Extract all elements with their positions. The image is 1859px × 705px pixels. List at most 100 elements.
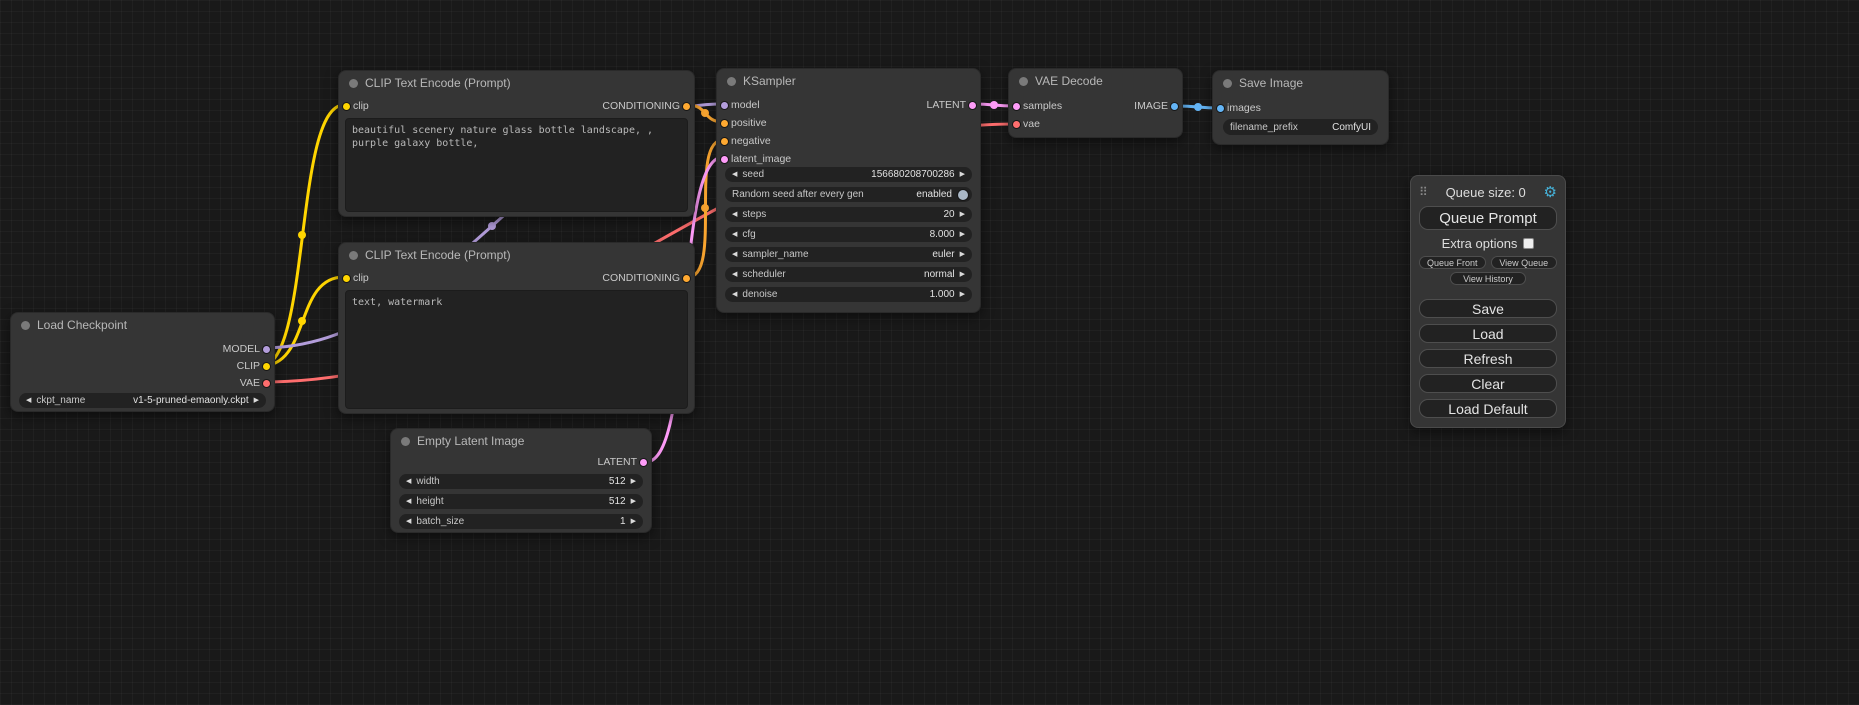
- view-history-button[interactable]: View History: [1450, 272, 1526, 285]
- node-clip-text-encode-negative[interactable]: CLIP Text Encode (Prompt) clip CONDITION…: [338, 242, 695, 414]
- port-row: LATENT: [391, 455, 651, 469]
- output-port-model[interactable]: [262, 345, 271, 354]
- node-header[interactable]: VAE Decode: [1009, 69, 1182, 93]
- increment-arrow-icon[interactable]: ▶: [960, 267, 965, 282]
- widget-value: 8.000: [930, 229, 955, 240]
- widget-control-after-generate[interactable]: Random seed after every gen enabled: [725, 187, 972, 202]
- widget-value: 1: [620, 516, 626, 527]
- refresh-button[interactable]: Refresh: [1419, 349, 1557, 368]
- input-port-clip[interactable]: [342, 102, 351, 111]
- widget-value: 512: [609, 496, 626, 507]
- increment-arrow-icon[interactable]: ▶: [631, 474, 636, 489]
- input-port-samples[interactable]: [1012, 102, 1021, 111]
- increment-arrow-icon[interactable]: ▶: [960, 227, 965, 242]
- decrement-arrow-icon[interactable]: ◀: [406, 514, 411, 529]
- input-port-clip[interactable]: [342, 274, 351, 283]
- increment-arrow-icon[interactable]: ▶: [960, 207, 965, 222]
- node-header[interactable]: Load Checkpoint: [11, 313, 274, 337]
- output-port-conditioning[interactable]: [682, 274, 691, 283]
- input-port-negative[interactable]: [720, 137, 729, 146]
- collapse-toggle-icon[interactable]: [1223, 79, 1232, 88]
- node-clip-text-encode-positive[interactable]: CLIP Text Encode (Prompt) clip CONDITION…: [338, 70, 695, 217]
- increment-arrow-icon[interactable]: ▶: [254, 393, 259, 408]
- widget-label: steps: [742, 209, 766, 220]
- output-port-conditioning[interactable]: [682, 102, 691, 111]
- save-button[interactable]: Save: [1419, 299, 1557, 318]
- node-header[interactable]: Empty Latent Image: [391, 429, 651, 453]
- output-label-model: MODEL: [223, 342, 260, 356]
- node-ksampler[interactable]: KSampler model LATENT positive negative …: [716, 68, 981, 313]
- output-port-image[interactable]: [1170, 102, 1179, 111]
- increment-arrow-icon[interactable]: ▶: [631, 494, 636, 509]
- output-port-clip[interactable]: [262, 362, 271, 371]
- extra-options-checkbox[interactable]: [1523, 238, 1534, 249]
- load-button[interactable]: Load: [1419, 324, 1557, 343]
- input-port-model[interactable]: [720, 101, 729, 110]
- widget-label: denoise: [742, 289, 777, 300]
- widget-seed[interactable]: ◀ seed 156680208700286 ▶: [725, 167, 972, 182]
- widget-ckpt-name[interactable]: ◀ ckpt_name v1-5-pruned-emaonly.ckpt ▶: [19, 393, 266, 408]
- increment-arrow-icon[interactable]: ▶: [631, 514, 636, 529]
- queue-prompt-button[interactable]: Queue Prompt: [1419, 206, 1557, 230]
- decrement-arrow-icon[interactable]: ◀: [732, 167, 737, 182]
- decrement-arrow-icon[interactable]: ◀: [406, 474, 411, 489]
- collapse-toggle-icon[interactable]: [1019, 77, 1028, 86]
- view-queue-button[interactable]: View Queue: [1491, 256, 1558, 269]
- graph-canvas[interactable]: Load Checkpoint MODEL CLIP VAE ◀ ckpt_na…: [0, 0, 1859, 705]
- increment-arrow-icon[interactable]: ▶: [960, 287, 965, 302]
- settings-gear-icon[interactable]: ⚙: [1544, 183, 1557, 201]
- node-load-checkpoint[interactable]: Load Checkpoint MODEL CLIP VAE ◀ ckpt_na…: [10, 312, 275, 412]
- collapse-toggle-icon[interactable]: [21, 321, 30, 330]
- widget-value: 20: [943, 209, 954, 220]
- widget-denoise[interactable]: ◀ denoise 1.000 ▶: [725, 287, 972, 302]
- decrement-arrow-icon[interactable]: ◀: [732, 267, 737, 282]
- toggle-knob-icon[interactable]: [957, 189, 969, 201]
- collapse-toggle-icon[interactable]: [401, 437, 410, 446]
- increment-arrow-icon[interactable]: ▶: [960, 167, 965, 182]
- input-port-vae[interactable]: [1012, 120, 1021, 129]
- widget-value: 512: [609, 476, 626, 487]
- decrement-arrow-icon[interactable]: ◀: [732, 247, 737, 262]
- node-save-image[interactable]: Save Image images filename_prefix ComfyU…: [1212, 70, 1389, 145]
- widget-value: normal: [924, 269, 955, 280]
- widget-batch-size[interactable]: ◀ batch_size 1 ▶: [399, 514, 643, 529]
- widget-cfg[interactable]: ◀ cfg 8.000 ▶: [725, 227, 972, 242]
- node-header[interactable]: Save Image: [1213, 71, 1388, 95]
- widget-filename-prefix[interactable]: filename_prefix ComfyUI: [1223, 119, 1378, 135]
- output-port-vae[interactable]: [262, 379, 271, 388]
- widget-height[interactable]: ◀ height 512 ▶: [399, 494, 643, 509]
- node-header[interactable]: CLIP Text Encode (Prompt): [339, 71, 694, 95]
- collapse-toggle-icon[interactable]: [349, 251, 358, 260]
- clear-button[interactable]: Clear: [1419, 374, 1557, 393]
- output-port-latent[interactable]: [639, 458, 648, 467]
- widget-value: euler: [932, 249, 954, 260]
- input-port-latent-image[interactable]: [720, 155, 729, 164]
- negative-prompt-textarea[interactable]: text, watermark: [345, 290, 688, 409]
- node-header[interactable]: KSampler: [717, 69, 980, 93]
- decrement-arrow-icon[interactable]: ◀: [732, 227, 737, 242]
- collapse-toggle-icon[interactable]: [727, 77, 736, 86]
- decrement-arrow-icon[interactable]: ◀: [732, 207, 737, 222]
- link-midpoint-dot: [1194, 103, 1202, 111]
- queue-front-button[interactable]: Queue Front: [1419, 256, 1486, 269]
- decrement-arrow-icon[interactable]: ◀: [732, 287, 737, 302]
- widget-sampler-name[interactable]: ◀ sampler_name euler ▶: [725, 247, 972, 262]
- decrement-arrow-icon[interactable]: ◀: [26, 393, 31, 408]
- node-empty-latent-image[interactable]: Empty Latent Image LATENT ◀ width 512 ▶ …: [390, 428, 652, 533]
- decrement-arrow-icon[interactable]: ◀: [406, 494, 411, 509]
- input-port-positive[interactable]: [720, 119, 729, 128]
- increment-arrow-icon[interactable]: ▶: [960, 247, 965, 262]
- widget-scheduler[interactable]: ◀ scheduler normal ▶: [725, 267, 972, 282]
- output-label-conditioning: CONDITIONING: [602, 99, 680, 113]
- load-default-button[interactable]: Load Default: [1419, 399, 1557, 418]
- node-header[interactable]: CLIP Text Encode (Prompt): [339, 243, 694, 267]
- widget-steps[interactable]: ◀ steps 20 ▶: [725, 207, 972, 222]
- output-port-latent[interactable]: [968, 101, 977, 110]
- node-vae-decode[interactable]: VAE Decode samples IMAGE vae: [1008, 68, 1183, 138]
- extra-options-label: Extra options: [1442, 236, 1518, 251]
- positive-prompt-textarea[interactable]: beautiful scenery nature glass bottle la…: [345, 118, 688, 212]
- collapse-toggle-icon[interactable]: [349, 79, 358, 88]
- drag-handle-icon[interactable]: ⠿: [1419, 185, 1428, 199]
- widget-width[interactable]: ◀ width 512 ▶: [399, 474, 643, 489]
- input-port-images[interactable]: [1216, 104, 1225, 113]
